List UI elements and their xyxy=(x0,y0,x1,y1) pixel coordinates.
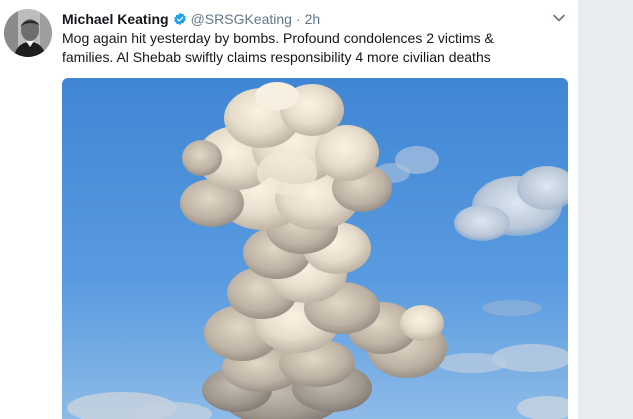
tweet-text-line: families. Al Shebab swiftly claims respo… xyxy=(62,49,491,65)
tweet-text: Mog again hit yesterday by bombs. Profou… xyxy=(62,29,562,67)
tweet-text-line: Mog again hit yesterday by bombs. Profou… xyxy=(62,30,494,46)
right-gutter xyxy=(578,0,633,419)
tweet-header: Michael Keating @SRSGKeating · 2h xyxy=(62,10,320,28)
avatar[interactable] xyxy=(4,9,52,57)
author-handle[interactable]: @SRSGKeating xyxy=(191,11,292,27)
verified-badge-icon xyxy=(173,12,186,26)
author-name[interactable]: Michael Keating xyxy=(62,11,169,27)
header-separator: · xyxy=(295,11,301,27)
avatar-photo xyxy=(4,9,52,57)
tweet-media-image[interactable] xyxy=(62,78,568,419)
tweet-timestamp[interactable]: 2h xyxy=(305,11,321,27)
tweet-card[interactable]: Michael Keating @SRSGKeating · 2h Mog ag… xyxy=(0,0,578,419)
smoke-plume-photo xyxy=(62,78,568,419)
chevron-down-icon[interactable] xyxy=(552,12,566,24)
